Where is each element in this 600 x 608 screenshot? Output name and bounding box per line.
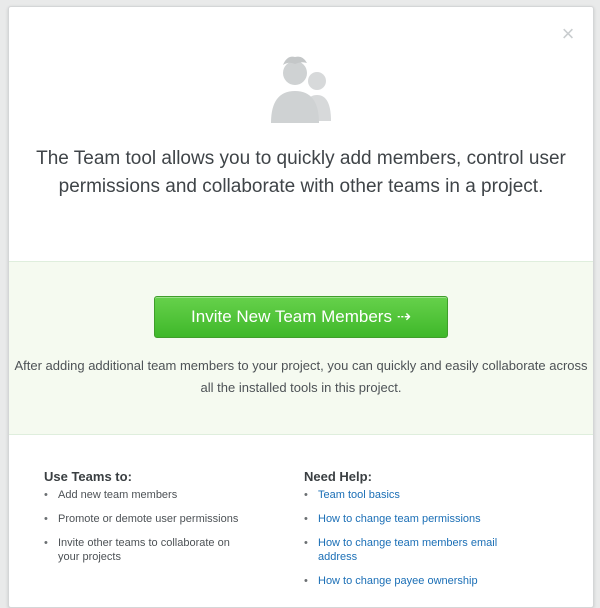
use-teams-column: Use Teams to: Add new team members Promo…: [44, 469, 254, 574]
help-link-team-permissions[interactable]: How to change team permissions: [318, 513, 481, 525]
invite-members-button[interactable]: Invite New Team Members ⇢: [154, 296, 448, 338]
help-list-item: How to change payee ownership: [304, 574, 534, 588]
use-teams-list: Add new team members Promote or demote u…: [44, 488, 254, 564]
help-list-item: How to change team members email address: [304, 536, 534, 564]
help-link-payee-ownership[interactable]: How to change payee ownership: [318, 575, 478, 587]
need-help-title: Need Help:: [304, 469, 372, 484]
help-list-item: How to change team permissions: [304, 512, 534, 526]
headline: The Team tool allows you to quickly add …: [36, 148, 566, 197]
use-teams-title: Use Teams to:: [44, 469, 132, 484]
help-list-item: Team tool basics: [304, 488, 534, 502]
invite-description: After adding additional team members to …: [14, 358, 588, 395]
help-link-team-basics[interactable]: Team tool basics: [318, 489, 400, 501]
team-users-icon: [271, 56, 331, 123]
help-link-member-email[interactable]: How to change team members email address: [318, 537, 497, 563]
list-item: Add new team members: [44, 488, 254, 502]
close-icon[interactable]: ×: [558, 23, 578, 45]
team-tool-modal: × The Team tool allows you to quickly ad…: [8, 6, 594, 608]
list-item: Promote or demote user permissions: [44, 512, 254, 526]
need-help-column: Need Help: Team tool basics How to chang…: [304, 469, 534, 598]
invite-section: Invite New Team Members ⇢ After adding a…: [9, 261, 593, 435]
help-links-list: Team tool basics How to change team perm…: [304, 488, 534, 588]
list-item: Invite other teams to collaborate on you…: [44, 536, 254, 564]
